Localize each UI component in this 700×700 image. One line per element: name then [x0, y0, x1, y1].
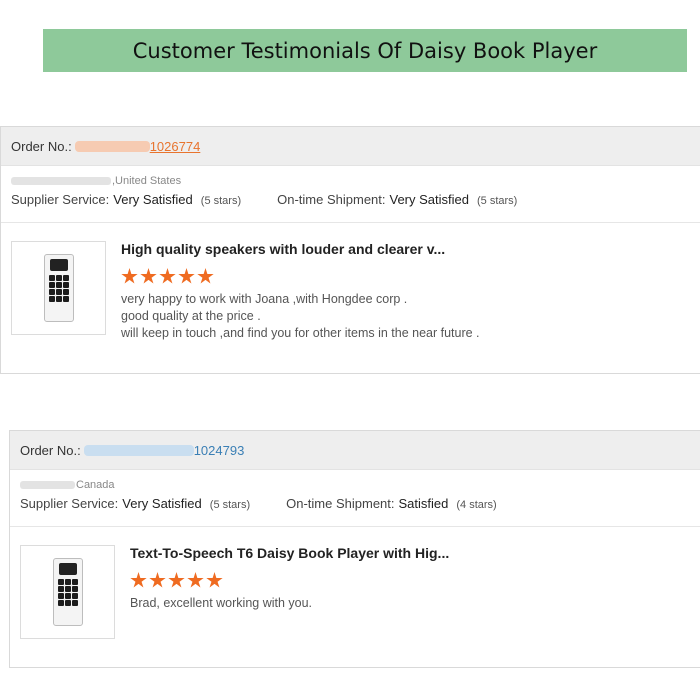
star-icon	[187, 572, 204, 588]
product-title-link[interactable]: High quality speakers with louder and cl…	[121, 241, 480, 257]
order-header: Order No.: 1026774	[1, 127, 700, 166]
redacted-order-digits	[83, 444, 194, 456]
shipment-label: On-time Shipment:	[286, 496, 395, 511]
banner-title: Customer Testimonials Of Daisy Book Play…	[132, 38, 598, 63]
order-number-link[interactable]: 1024793	[83, 442, 245, 458]
star-icon	[121, 268, 138, 284]
review-card-2: Order No.: 1024793 Canada Supplier Servi…	[9, 430, 700, 668]
order-label: Order No.:	[11, 138, 72, 154]
star-icon	[206, 572, 223, 588]
shipment-value: Satisfied	[398, 496, 449, 511]
daisy-player-device-icon	[43, 254, 74, 322]
review-text: Brad, excellent working with you.	[130, 595, 449, 612]
star-icon	[178, 268, 195, 284]
daisy-player-device-icon	[52, 558, 83, 626]
review-line: very happy to work with Joana ,with Hong…	[121, 292, 408, 306]
shipment-stars: (4 stars)	[456, 499, 497, 511]
supplier-service-stars: (5 stars)	[200, 195, 242, 207]
star-icon	[140, 268, 157, 284]
buyer-info: ,United States	[1, 174, 700, 188]
review-card-1: Order No.: 1026774 ,United States Suppli…	[0, 126, 700, 374]
seller-ratings: Supplier Service: Very Satisfied (5 star…	[10, 496, 700, 518]
buyer-location: ,United States	[112, 175, 182, 187]
star-icon	[130, 572, 147, 588]
product-thumbnail[interactable]	[11, 241, 106, 335]
star-icon	[197, 268, 214, 284]
redacted-buyer-name	[11, 177, 111, 185]
star-icon	[159, 268, 176, 284]
divider	[10, 526, 700, 527]
buyer-info: Canada	[10, 478, 700, 492]
review-line: good quality at the price .	[121, 309, 261, 323]
shipment-stars: (5 stars)	[477, 195, 518, 207]
page-banner: Customer Testimonials Of Daisy Book Play…	[43, 29, 687, 72]
order-number-link[interactable]: 1026774	[74, 138, 201, 154]
supplier-service-label: Supplier Service:	[20, 496, 119, 511]
redacted-buyer-name	[20, 481, 75, 489]
supplier-service-label: Supplier Service:	[11, 192, 110, 207]
supplier-service-value: Very Satisfied	[122, 496, 202, 511]
review-text: very happy to work with Joana ,with Hong…	[121, 291, 480, 342]
review-line: Brad, excellent working with you.	[130, 596, 313, 610]
product-title-link[interactable]: Text-To-Speech T6 Daisy Book Player with…	[130, 545, 449, 561]
order-label: Order No.:	[20, 442, 81, 458]
supplier-service-value: Very Satisfied	[113, 192, 193, 207]
star-rating	[130, 572, 449, 589]
star-icon	[168, 572, 185, 588]
order-number: 1024793	[193, 442, 245, 458]
order-number: 1026774	[149, 138, 201, 154]
supplier-service-stars: (5 stars)	[209, 499, 251, 511]
divider	[1, 222, 700, 223]
shipment-label: On-time Shipment:	[277, 192, 386, 207]
product-thumbnail[interactable]	[20, 545, 115, 639]
star-icon	[149, 572, 166, 588]
buyer-location: Canada	[76, 479, 115, 491]
seller-ratings: Supplier Service: Very Satisfied (5 star…	[1, 192, 700, 214]
order-header: Order No.: 1024793	[10, 431, 700, 470]
star-rating	[121, 268, 480, 285]
redacted-order-digits	[74, 140, 150, 152]
review-line: will keep in touch ,and find you for oth…	[121, 326, 480, 340]
shipment-value: Very Satisfied	[389, 192, 470, 207]
